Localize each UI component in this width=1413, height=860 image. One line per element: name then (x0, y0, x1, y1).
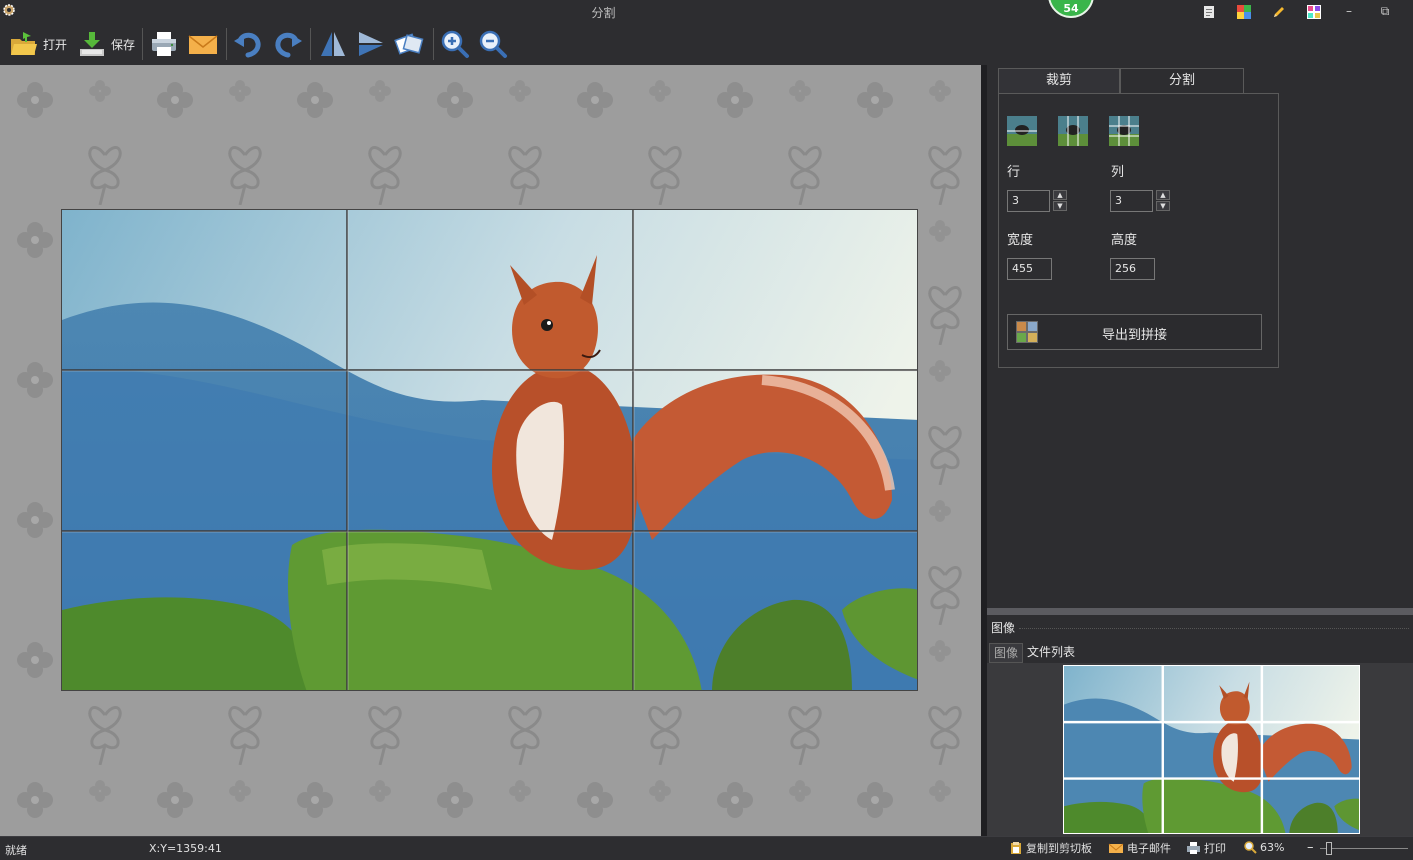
rows-up-arrow-icon[interactable]: ▲ (1053, 190, 1067, 200)
zoom-indicator[interactable]: 63% (1243, 840, 1284, 854)
flip-horizontal-icon (321, 32, 345, 56)
split-vertical-mode-icon[interactable] (1058, 116, 1088, 146)
tab-split[interactable]: 分割 (1120, 68, 1244, 93)
open-folder-icon (11, 32, 37, 55)
zoom-out-minus[interactable]: – (1307, 840, 1314, 855)
status-email-button[interactable]: 电子邮件 (1108, 840, 1171, 856)
cols-down-arrow-icon[interactable]: ▼ (1156, 201, 1170, 211)
open-button[interactable]: 打开 (9, 27, 67, 61)
undo-button[interactable] (232, 27, 266, 61)
zoom-slider-thumb[interactable] (1326, 842, 1332, 855)
export-to-collage-button[interactable]: 导出到拼接 (1007, 314, 1262, 350)
palette-icon[interactable] (1236, 4, 1252, 20)
clipboard-icon (1011, 842, 1021, 854)
flip-vertical-icon (359, 32, 383, 56)
pencil-icon[interactable] (1271, 4, 1287, 20)
split-settings-panel: 裁剪 分割 行 列 3 ▲ ▼ 3 ▲ ▼ 宽度 高度 455 256 导出到拼… (987, 65, 1413, 610)
rows-stepper[interactable]: ▲ ▼ (1053, 190, 1067, 212)
squirrel-thumbnail (1064, 666, 1359, 833)
status-envelope-icon (1108, 843, 1124, 853)
zoom-out-button[interactable] (478, 27, 508, 61)
redo-arrow-icon (275, 32, 302, 58)
title-bar: 分割 54 – ⧉ (0, 0, 1413, 24)
toolbar-separator (433, 28, 434, 60)
undo-arrow-icon (234, 32, 261, 58)
status-print-label: 打印 (1204, 842, 1226, 855)
flip-horizontal-button[interactable] (318, 27, 348, 61)
rotate-button[interactable] (393, 27, 425, 61)
save-download-icon (80, 32, 104, 56)
split-preview-thumbnail[interactable] (1063, 665, 1360, 834)
height-field[interactable]: 256 (1110, 258, 1155, 280)
toolbar-separator (226, 28, 227, 60)
toolbar-separator (310, 28, 311, 60)
print-button[interactable] (149, 27, 179, 61)
minimize-button[interactable]: – (1341, 4, 1357, 20)
flip-vertical-button[interactable] (356, 27, 386, 61)
cols-up-arrow-icon[interactable]: ▲ (1156, 190, 1170, 200)
email-button[interactable] (187, 27, 219, 61)
toolbar-separator (142, 28, 143, 60)
width-label: 宽度 (1007, 233, 1034, 248)
cols-stepper[interactable]: ▲ ▼ (1156, 190, 1170, 212)
status-printer-icon (1187, 842, 1200, 854)
status-text: 就绪 (5, 844, 27, 857)
split-grid-mode-icon[interactable] (1109, 116, 1139, 146)
redo-button[interactable] (270, 27, 304, 61)
status-email-label: 电子邮件 (1127, 842, 1171, 855)
zoom-in-icon (441, 30, 469, 58)
squirrel-photo (62, 210, 917, 690)
envelope-icon (188, 35, 218, 54)
zoom-slider-track[interactable] (1320, 848, 1408, 849)
rows-input[interactable]: 3 (1007, 190, 1050, 212)
tab-file-list[interactable]: 文件列表 (1023, 643, 1079, 663)
tab-crop[interactable]: 裁剪 (998, 68, 1120, 93)
rows-down-arrow-icon[interactable]: ▼ (1053, 201, 1067, 211)
grid-color-icon[interactable] (1306, 4, 1322, 20)
horizontal-splitter[interactable] (987, 608, 1413, 615)
printer-icon (152, 32, 176, 56)
export-label: 导出到拼接 (1101, 328, 1167, 343)
status-print-button[interactable]: 打印 (1186, 840, 1226, 856)
split-horizontal-mode-icon[interactable] (1007, 116, 1037, 146)
title-grip (1019, 628, 1409, 629)
document-icon[interactable] (1201, 4, 1217, 20)
zoom-in-button[interactable] (440, 27, 470, 61)
zoom-out-icon (479, 30, 507, 58)
cols-label: 列 (1111, 165, 1125, 180)
main-toolbar: 打开 保存 (0, 24, 1413, 65)
image-canvas[interactable] (0, 65, 981, 836)
copy-to-clipboard-button[interactable]: 复制到剪切板 (1009, 840, 1092, 856)
open-label: 打开 (43, 37, 68, 52)
rotate-icon (394, 33, 424, 55)
status-bar: 就绪 X:Y=1359:41 复制到剪切板 电子邮件 打印 63% – (0, 836, 1413, 860)
restore-button[interactable]: ⧉ (1377, 4, 1393, 20)
photo-with-split-grid[interactable] (61, 209, 918, 691)
copy-to-clipboard-label: 复制到剪切板 (1026, 842, 1092, 855)
cursor-coordinates: X:Y=1359:41 (149, 842, 222, 855)
image-preview-panel: 图像 图像 文件列表 (987, 615, 1413, 836)
height-label: 高度 (1111, 233, 1138, 248)
split-options-box: 行 列 3 ▲ ▼ 3 ▲ ▼ 宽度 高度 455 256 导出到拼接 (998, 93, 1279, 368)
window-title: 分割 (591, 6, 616, 20)
save-label: 保存 (111, 37, 136, 52)
status-magnifier-icon (1244, 841, 1257, 854)
zoom-level: 63% (1260, 840, 1285, 854)
width-field[interactable]: 455 (1007, 258, 1052, 280)
image-panel-title: 图像 (991, 621, 1016, 635)
save-button[interactable]: 保存 (77, 27, 135, 61)
tab-image[interactable]: 图像 (989, 643, 1024, 663)
cols-input[interactable]: 3 (1110, 190, 1153, 212)
rows-label: 行 (1007, 165, 1021, 180)
